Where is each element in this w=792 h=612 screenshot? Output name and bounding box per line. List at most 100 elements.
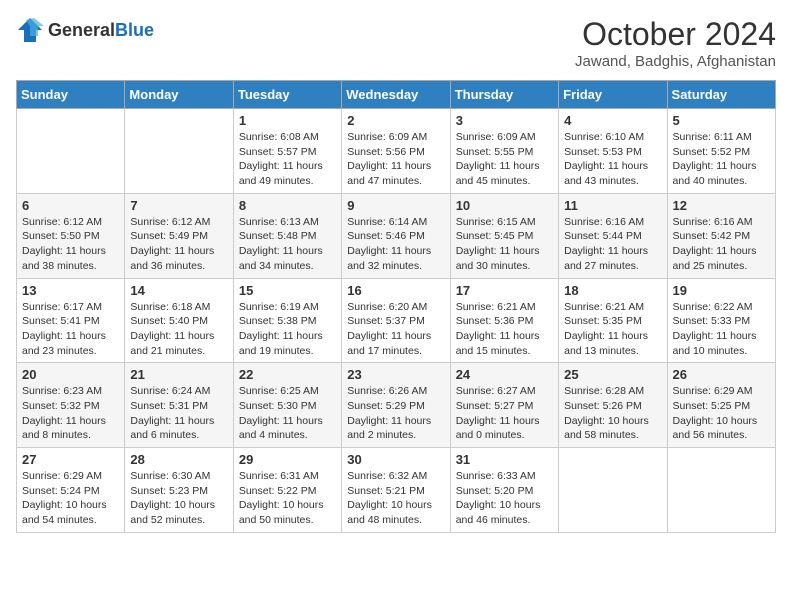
calendar-cell: 16Sunrise: 6:20 AMSunset: 5:37 PMDayligh… <box>342 278 450 363</box>
calendar-week-row: 1Sunrise: 6:08 AMSunset: 5:57 PMDaylight… <box>17 109 776 194</box>
page-header: GeneralBlue October 2024 Jawand, Badghis… <box>16 16 776 70</box>
day-info: Sunrise: 6:13 AMSunset: 5:48 PMDaylight:… <box>239 215 336 274</box>
calendar-week-row: 6Sunrise: 6:12 AMSunset: 5:50 PMDaylight… <box>17 193 776 278</box>
month-year-title: October 2024 <box>575 16 776 53</box>
day-info: Sunrise: 6:18 AMSunset: 5:40 PMDaylight:… <box>130 300 227 359</box>
day-number: 8 <box>239 198 336 213</box>
day-number: 21 <box>130 367 227 382</box>
logo-general: General <box>48 20 115 40</box>
weekday-header-monday: Monday <box>125 81 233 109</box>
day-info: Sunrise: 6:11 AMSunset: 5:52 PMDaylight:… <box>673 130 770 189</box>
weekday-header-sunday: Sunday <box>17 81 125 109</box>
title-block: October 2024 Jawand, Badghis, Afghanista… <box>575 16 776 70</box>
day-number: 7 <box>130 198 227 213</box>
day-info: Sunrise: 6:21 AMSunset: 5:35 PMDaylight:… <box>564 300 661 359</box>
calendar-cell: 23Sunrise: 6:26 AMSunset: 5:29 PMDayligh… <box>342 363 450 448</box>
day-number: 28 <box>130 452 227 467</box>
calendar-cell <box>17 109 125 194</box>
weekday-header-thursday: Thursday <box>450 81 558 109</box>
calendar-cell: 27 Sunrise: 6:29 AMSunset: 5:24 PMDayligh… <box>17 448 125 533</box>
day-info: Sunrise: 6:12 AMSunset: 5:50 PMDaylight:… <box>22 215 119 274</box>
day-number: 10 <box>456 198 553 213</box>
day-number: 17 <box>456 283 553 298</box>
day-number: 24 <box>456 367 553 382</box>
calendar-cell: 21 Sunrise: 6:24 AMSunset: 5:31 PMDayligh… <box>125 363 233 448</box>
calendar-cell: 8 Sunrise: 6:13 AMSunset: 5:48 PMDaylight… <box>233 193 341 278</box>
calendar-cell: 25Sunrise: 6:28 AMSunset: 5:26 PMDayligh… <box>559 363 667 448</box>
day-info: Sunrise: 6:21 AMSunset: 5:36 PMDaylight:… <box>456 300 553 359</box>
day-info: Sunrise: 6:22 AMSunset: 5:33 PMDaylight:… <box>673 300 770 359</box>
day-info: Sunrise: 6:09 AMSunset: 5:56 PMDaylight:… <box>347 130 444 189</box>
day-number: 18 <box>564 283 661 298</box>
calendar-week-row: 13Sunrise: 6:17 AMSunset: 5:41 PMDayligh… <box>17 278 776 363</box>
day-info: Sunrise: 6:10 AMSunset: 5:53 PMDaylight:… <box>564 130 661 189</box>
day-info: Sunrise: 6:16 AMSunset: 5:44 PMDaylight:… <box>564 215 661 274</box>
calendar-cell: 19 Sunrise: 6:22 AMSunset: 5:33 PMDayligh… <box>667 278 775 363</box>
weekday-header-wednesday: Wednesday <box>342 81 450 109</box>
calendar-cell: 6Sunrise: 6:12 AMSunset: 5:50 PMDaylight… <box>17 193 125 278</box>
day-number: 2 <box>347 113 444 128</box>
day-number: 31 <box>456 452 553 467</box>
day-info: Sunrise: 6:09 AMSunset: 5:55 PMDaylight:… <box>456 130 553 189</box>
day-info: Sunrise: 6:25 AMSunset: 5:30 PMDaylight:… <box>239 384 336 443</box>
day-info: Sunrise: 6:16 AMSunset: 5:42 PMDaylight:… <box>673 215 770 274</box>
day-info: Sunrise: 6:29 AMSunset: 5:24 PMDaylight:… <box>22 469 119 528</box>
calendar-cell: 7 Sunrise: 6:12 AMSunset: 5:49 PMDaylight… <box>125 193 233 278</box>
calendar-table: SundayMondayTuesdayWednesdayThursdayFrid… <box>16 80 776 533</box>
calendar-cell: 30 Sunrise: 6:32 AMSunset: 5:21 PMDayligh… <box>342 448 450 533</box>
day-number: 13 <box>22 283 119 298</box>
day-info: Sunrise: 6:19 AMSunset: 5:38 PMDaylight:… <box>239 300 336 359</box>
calendar-cell: 31 Sunrise: 6:33 AMSunset: 5:20 PMDayligh… <box>450 448 558 533</box>
day-number: 16 <box>347 283 444 298</box>
calendar-cell: 14 Sunrise: 6:18 AMSunset: 5:40 PMDayligh… <box>125 278 233 363</box>
day-info: Sunrise: 6:24 AMSunset: 5:31 PMDaylight:… <box>130 384 227 443</box>
day-info: Sunrise: 6:23 AMSunset: 5:32 PMDaylight:… <box>22 384 119 443</box>
weekday-header-saturday: Saturday <box>667 81 775 109</box>
day-info: Sunrise: 6:33 AMSunset: 5:20 PMDaylight:… <box>456 469 553 528</box>
day-info: Sunrise: 6:27 AMSunset: 5:27 PMDaylight:… <box>456 384 553 443</box>
day-number: 29 <box>239 452 336 467</box>
calendar-cell: 18 Sunrise: 6:21 AMSunset: 5:35 PMDayligh… <box>559 278 667 363</box>
logo-icon <box>16 16 44 44</box>
day-number: 14 <box>130 283 227 298</box>
location-subtitle: Jawand, Badghis, Afghanistan <box>575 53 776 70</box>
day-info: Sunrise: 6:14 AMSunset: 5:46 PMDaylight:… <box>347 215 444 274</box>
calendar-cell: 11Sunrise: 6:16 AMSunset: 5:44 PMDayligh… <box>559 193 667 278</box>
day-info: Sunrise: 6:31 AMSunset: 5:22 PMDaylight:… <box>239 469 336 528</box>
calendar-cell: 13Sunrise: 6:17 AMSunset: 5:41 PMDayligh… <box>17 278 125 363</box>
calendar-cell <box>125 109 233 194</box>
calendar-cell: 5Sunrise: 6:11 AMSunset: 5:52 PMDaylight… <box>667 109 775 194</box>
day-number: 12 <box>673 198 770 213</box>
day-number: 9 <box>347 198 444 213</box>
day-info: Sunrise: 6:32 AMSunset: 5:21 PMDaylight:… <box>347 469 444 528</box>
day-number: 19 <box>673 283 770 298</box>
day-number: 25 <box>564 367 661 382</box>
calendar-cell: 26Sunrise: 6:29 AMSunset: 5:25 PMDayligh… <box>667 363 775 448</box>
day-info: Sunrise: 6:12 AMSunset: 5:49 PMDaylight:… <box>130 215 227 274</box>
logo-blue: Blue <box>115 20 154 40</box>
calendar-header-row: SundayMondayTuesdayWednesdayThursdayFrid… <box>17 81 776 109</box>
calendar-cell <box>559 448 667 533</box>
calendar-cell: 2 Sunrise: 6:09 AMSunset: 5:56 PMDaylight… <box>342 109 450 194</box>
day-number: 27 <box>22 452 119 467</box>
day-number: 23 <box>347 367 444 382</box>
day-number: 26 <box>673 367 770 382</box>
calendar-cell <box>667 448 775 533</box>
calendar-week-row: 27 Sunrise: 6:29 AMSunset: 5:24 PMDayligh… <box>17 448 776 533</box>
calendar-week-row: 20 Sunrise: 6:23 AMSunset: 5:32 PMDayligh… <box>17 363 776 448</box>
weekday-header-tuesday: Tuesday <box>233 81 341 109</box>
calendar-cell: 10Sunrise: 6:15 AMSunset: 5:45 PMDayligh… <box>450 193 558 278</box>
day-number: 3 <box>456 113 553 128</box>
calendar-cell: 4Sunrise: 6:10 AMSunset: 5:53 PMDaylight… <box>559 109 667 194</box>
calendar-cell: 1Sunrise: 6:08 AMSunset: 5:57 PMDaylight… <box>233 109 341 194</box>
weekday-header-friday: Friday <box>559 81 667 109</box>
calendar-cell: 22Sunrise: 6:25 AMSunset: 5:30 PMDayligh… <box>233 363 341 448</box>
calendar-cell: 9 Sunrise: 6:14 AMSunset: 5:46 PMDaylight… <box>342 193 450 278</box>
logo: GeneralBlue <box>16 16 154 44</box>
calendar-cell: 17 Sunrise: 6:21 AMSunset: 5:36 PMDayligh… <box>450 278 558 363</box>
day-number: 30 <box>347 452 444 467</box>
day-number: 1 <box>239 113 336 128</box>
calendar-cell: 3 Sunrise: 6:09 AMSunset: 5:55 PMDaylight… <box>450 109 558 194</box>
day-number: 20 <box>22 367 119 382</box>
calendar-cell: 12 Sunrise: 6:16 AMSunset: 5:42 PMDayligh… <box>667 193 775 278</box>
